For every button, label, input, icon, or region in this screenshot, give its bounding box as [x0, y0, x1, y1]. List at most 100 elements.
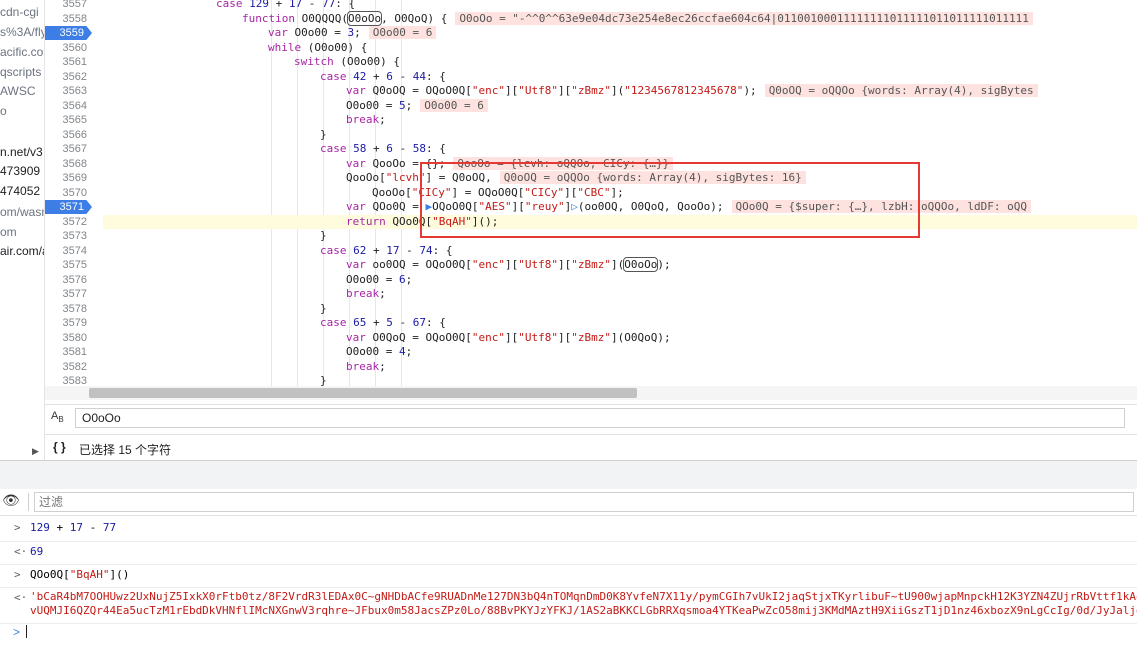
line-number[interactable]: 3569: [45, 171, 87, 185]
navigator-item[interactable]: s%3A/fly: [0, 25, 44, 39]
search-input[interactable]: [75, 408, 1125, 428]
navigator-item[interactable]: om/wasn: [0, 205, 44, 219]
navigator-item[interactable]: air.com/a: [0, 244, 44, 258]
console-filter-input[interactable]: [34, 492, 1134, 512]
code-line[interactable]: switch (O0o00) {: [103, 55, 1137, 69]
line-number-text: 3560: [62, 41, 87, 54]
breakpoint-line-number[interactable]: 3571: [45, 200, 92, 214]
code-line-content: var O0o00 = 3; O0o00 = 6: [268, 26, 437, 40]
navigator-item[interactable]: AWSC: [0, 84, 36, 98]
navigator-item[interactable]: 473909: [0, 164, 40, 178]
code-line-content: var QooOo = {}; QooOo = {lcvh: oQQOo, CIC…: [346, 156, 674, 171]
code-line[interactable]: while (O0o00) {: [103, 41, 1137, 55]
inline-value-badge: QOo0Q = {$super: {…}, lzbH: oQQOo, ldDF:…: [731, 200, 1031, 213]
code-line[interactable]: }: [103, 229, 1137, 243]
navigator-item[interactable]: n.net/v3: [0, 145, 43, 159]
code-line[interactable]: var Q0oOQ = OQoO0Q["enc"]["Utf8"]["zBmz"…: [103, 84, 1137, 98]
console-token: 69: [30, 545, 44, 558]
console-prompt[interactable]: >: [0, 623, 1137, 669]
line-number[interactable]: 3575: [45, 258, 87, 272]
line-number[interactable]: 3562: [45, 70, 87, 84]
code-line[interactable]: O0o00 = 5; O0o00 = 6: [103, 98, 1137, 113]
line-number[interactable]: 3558: [45, 12, 87, 26]
navigator-item[interactable]: cdn-cgi: [0, 5, 39, 19]
console-input-entry[interactable]: >129 + 17 - 77: [0, 517, 1137, 542]
line-number[interactable]: 3566: [45, 128, 87, 142]
code-line[interactable]: QooOo["lcvh"] = Q0oOQ, Q0oOQ = oQQOo {wor…: [103, 171, 1137, 185]
line-number[interactable]: 3565: [45, 113, 87, 127]
line-number-text: 3564: [62, 99, 87, 112]
line-number[interactable]: 3568: [45, 157, 87, 171]
line-number[interactable]: 3577: [45, 287, 87, 301]
code-line[interactable]: break;: [103, 360, 1137, 374]
line-number[interactable]: 3567: [45, 142, 87, 156]
match-case-icon[interactable]: AB: [51, 410, 64, 424]
code-line[interactable]: case 65 + 5 - 67: {: [103, 316, 1137, 330]
live-expression-eye-icon[interactable]: 👁: [2, 492, 20, 509]
code-line[interactable]: }: [103, 128, 1137, 142]
line-number[interactable]: 3580: [45, 331, 87, 345]
line-number[interactable]: 3579: [45, 316, 87, 330]
pretty-print-icon[interactable]: { }: [53, 440, 66, 454]
line-number[interactable]: 3563: [45, 84, 87, 98]
navigator-item[interactable]: acific.co: [0, 45, 43, 59]
line-number[interactable]: 3557: [45, 0, 87, 11]
code-line[interactable]: break;: [103, 113, 1137, 127]
console-result-entry[interactable]: <· 69: [0, 541, 1137, 565]
current-execution-line[interactable]: return QOo0Q["BqAH"]();: [103, 214, 1137, 229]
code-token: ;: [379, 113, 386, 126]
code-line[interactable]: case 42 + 6 - 44: {: [103, 70, 1137, 84]
scrollbar-thumb[interactable]: [89, 388, 637, 398]
line-number[interactable]: 3582: [45, 360, 87, 374]
code-line[interactable]: case 58 + 6 - 58: {: [103, 142, 1137, 156]
code-line-content: case 58 + 6 - 58: {: [320, 142, 446, 156]
expand-arrow-icon[interactable]: ▶: [32, 446, 39, 457]
code-line[interactable]: }: [103, 374, 1137, 386]
line-number[interactable]: 3561: [45, 55, 87, 69]
line-number[interactable]: 3560: [45, 41, 87, 55]
breakpoint-line-number[interactable]: 3559: [45, 26, 92, 40]
code-line[interactable]: }: [103, 302, 1137, 316]
code-line[interactable]: QooOo["CICy"] = OQoO0Q["CICy"]["CBC"];: [103, 186, 1137, 200]
code-line[interactable]: var oo0OQ = OQoO0Q["enc"]["Utf8"]["zBmz"…: [103, 257, 1137, 272]
line-number[interactable]: 3564: [45, 99, 87, 113]
console-result-entry[interactable]: <·'bCaR4bM7OOHUwz2UxNujZ5IxkX0rFtb0tz/8F…: [0, 587, 1137, 624]
code-line[interactable]: var O0QoQ = OQoO0Q["enc"]["Utf8"]["zBmz"…: [103, 331, 1137, 345]
drawer-divider[interactable]: [0, 460, 1137, 489]
code-line-content: QooOo["CICy"] = OQoO0Q["CICy"]["CBC"];: [372, 186, 624, 200]
line-number[interactable]: 3578: [45, 302, 87, 316]
line-number[interactable]: 3583: [45, 374, 87, 386]
inline-breakpoint-icon[interactable]: ▷: [571, 200, 578, 213]
line-number[interactable]: 3574: [45, 244, 87, 258]
line-number[interactable]: 3570: [45, 186, 87, 200]
code-line[interactable]: O0o00 = 6;: [103, 273, 1137, 287]
inline-value-badge: O0o00 = 6: [420, 98, 488, 112]
code-line[interactable]: var O0o00 = 3; O0o00 = 6: [103, 26, 1137, 40]
code-line[interactable]: function O0QQQQ(O0oOo, O0QoQ) {O0oOo = "…: [103, 10, 1137, 26]
code-line[interactable]: var QooOo = {}; QooOo = {lcvh: oQQOo, CIC…: [103, 156, 1137, 171]
code-token: 4: [398, 345, 406, 358]
code-line[interactable]: var QOo0Q = ▶OQoO0Q["AES"]["reuy"]▷(oo0O…: [103, 200, 1137, 214]
code-token: O0o00 =: [346, 345, 399, 358]
code-line[interactable]: break;: [103, 287, 1137, 301]
source-editor[interactable]: 3557 3558 3559 3560 3561 3562 3563 3564 3565 3566…: [45, 0, 1137, 386]
line-number[interactable]: 3576: [45, 273, 87, 287]
code-line[interactable]: case 129 + 17 - 77: {: [103, 0, 1137, 11]
console-input-entry[interactable]: > QOo0Q["BqAH"](): [0, 564, 1137, 588]
navigator-item[interactable]: o: [0, 104, 7, 118]
navigator-item[interactable]: qscripts: [0, 65, 41, 79]
line-number[interactable]: 3572: [45, 215, 87, 229]
line-number-text: 3559: [59, 27, 84, 39]
line-number-text: 3577: [62, 288, 87, 300]
code-line[interactable]: case 62 + 17 - 74: {: [103, 244, 1137, 258]
line-number[interactable]: 3573: [45, 229, 87, 243]
line-number-gutter[interactable]: 3557 3558 3559 3560 3561 3562 3563 3564 3565 3566…: [45, 0, 95, 386]
inline-value-badge: O0oOo = "-^^0^^63e9e04dc73e254e8ec26ccfa…: [455, 11, 1033, 25]
code-line[interactable]: O0o00 = 4;: [103, 345, 1137, 359]
navigator-item[interactable]: om: [0, 225, 17, 239]
line-number[interactable]: 3581: [45, 345, 87, 359]
horizontal-scrollbar[interactable]: [45, 386, 1137, 400]
navigator-item[interactable]: 474052: [0, 184, 40, 198]
code-token: while: [268, 40, 308, 54]
code-area[interactable]: case 129 + 17 - 77: {function O0QQQQ(O0o…: [103, 0, 1137, 386]
